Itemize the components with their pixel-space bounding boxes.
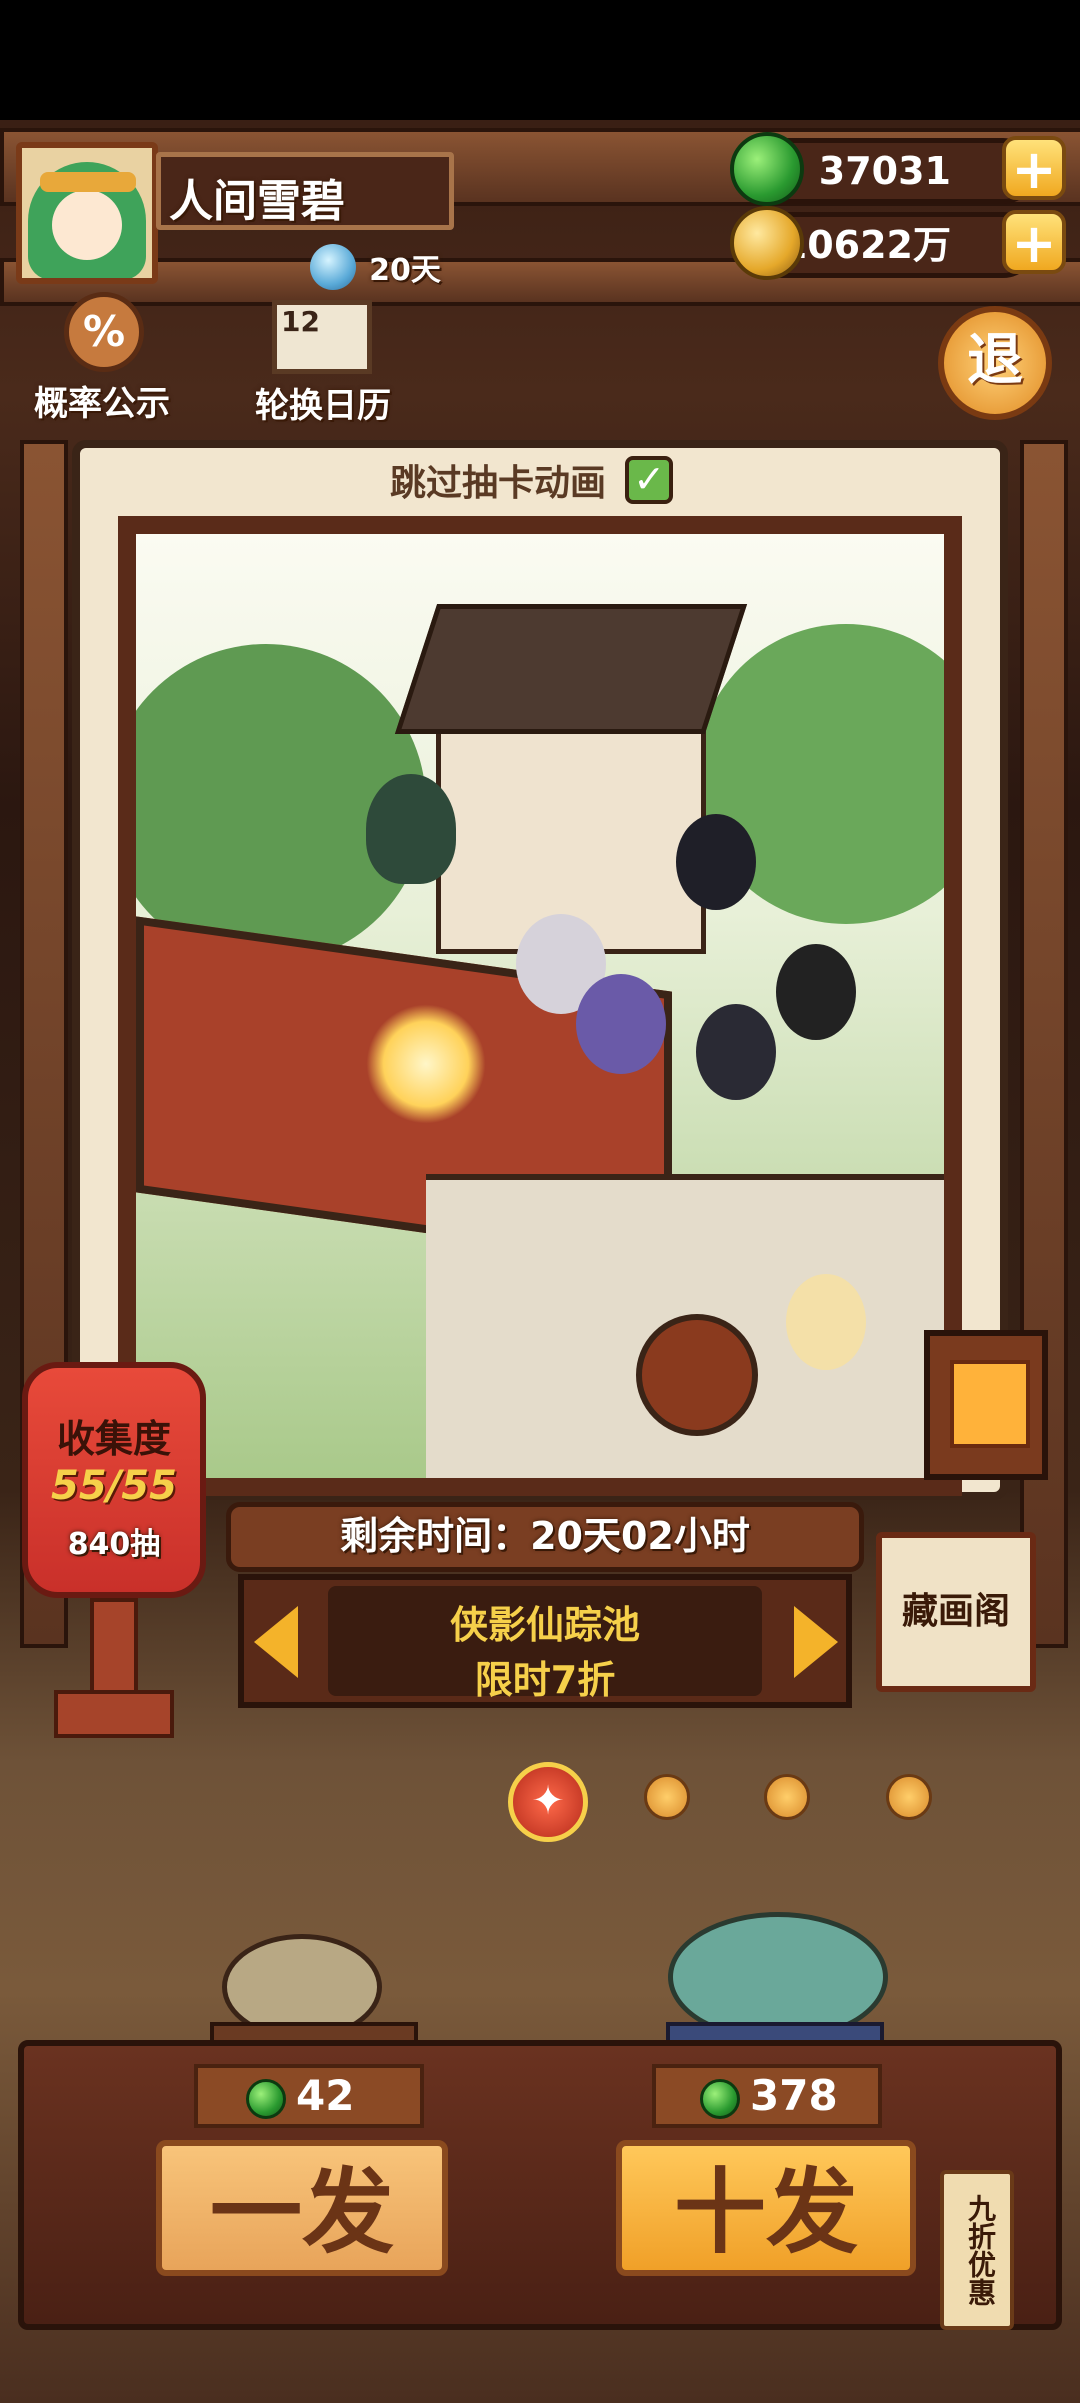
painting-mat	[118, 516, 962, 1496]
probability-button[interactable]: % 概率公示	[22, 292, 182, 424]
character-3	[576, 974, 666, 1074]
page-indicator-dot[interactable]	[886, 1774, 932, 1820]
single-pull-label: 一发	[209, 2158, 394, 2266]
add-coins-button[interactable]: +	[1002, 210, 1066, 274]
round-shield	[636, 1314, 758, 1436]
avatar-headband	[40, 172, 136, 192]
calendar-icon: 12	[272, 300, 372, 374]
single-pull-button[interactable]: 一发	[156, 2140, 448, 2276]
collection-progress: 55/55	[51, 1463, 177, 1509]
jade-icon	[246, 2078, 286, 2119]
lamp-glow	[950, 1360, 1030, 1448]
grill-fire	[366, 1004, 486, 1124]
checkbox-checked-icon[interactable]: ✓	[625, 456, 674, 504]
character-1	[366, 774, 456, 884]
avatar-face	[52, 190, 122, 260]
jade-icon	[730, 132, 804, 206]
pool-next-button[interactable]	[784, 1600, 844, 1684]
player-name-plate: 人间雪碧	[156, 152, 454, 230]
skip-animation-label: 跳过抽卡动画	[390, 463, 607, 504]
remaining-time-label: 剩余时间：20天02小时	[340, 1514, 750, 1558]
ten-pull-discount-label: 九折优惠	[964, 2194, 997, 2306]
exit-button[interactable]: 退	[938, 306, 1052, 420]
jade-icon	[700, 2078, 740, 2119]
ten-pull-price-value: 378	[750, 2071, 838, 2120]
jade-amount: 37031	[818, 149, 951, 193]
collection-lantern[interactable]: 收集度 55/55 840抽	[22, 1362, 206, 1598]
gallery-button[interactable]: 藏画阁	[876, 1532, 1036, 1692]
player-avatar[interactable]	[16, 142, 158, 284]
remaining-time-banner: 剩余时间：20天02小时	[226, 1502, 864, 1572]
coin-amount: 10622万	[780, 223, 951, 267]
gacha-pool-artwork	[136, 534, 944, 1478]
pool-discount: 限时7折	[474, 1658, 616, 1702]
ten-pull-price: 378	[652, 2064, 882, 2128]
calendar-number: 12	[281, 305, 320, 338]
rotation-calendar-label: 轮换日历	[255, 386, 391, 426]
pool-name-panel: 侠影仙踪池 限时7折	[328, 1586, 762, 1702]
probability-label: 概率公示	[34, 384, 170, 424]
chevron-left-icon	[254, 1606, 298, 1678]
page-indicator-dot[interactable]	[764, 1774, 810, 1820]
lantern-base	[54, 1690, 174, 1738]
chevron-right-icon	[794, 1606, 838, 1678]
ten-pull-discount-tag: 九折优惠	[940, 2170, 1014, 2330]
add-jade-button[interactable]: +	[1002, 136, 1066, 200]
character-5	[676, 814, 756, 910]
single-pull-price-value: 42	[296, 2071, 355, 2120]
pool-selector: 侠影仙踪池 限时7折	[238, 1574, 852, 1708]
ten-pull-button[interactable]: 十发	[616, 2140, 916, 2276]
character-7	[786, 1274, 866, 1370]
rotation-calendar-button[interactable]: 12 轮换日历	[248, 300, 398, 426]
gallery-lamp	[924, 1330, 1048, 1480]
character-4	[696, 1004, 776, 1100]
exit-label: 退	[967, 327, 1023, 393]
player-name: 人间雪碧	[169, 176, 345, 227]
skip-animation-toggle[interactable]: 跳过抽卡动画 ✓	[390, 454, 674, 514]
percent-icon: %	[64, 292, 144, 372]
single-pull-price: 42	[194, 2064, 424, 2128]
coin-icon	[730, 206, 804, 280]
house-roof	[394, 604, 748, 734]
ten-pull-label: 十发	[673, 2158, 858, 2266]
collection-pulls: 840抽	[67, 1527, 161, 1562]
painting-frame: 跳过抽卡动画 ✓	[72, 440, 1008, 1500]
character-6	[776, 944, 856, 1040]
page-indicator-active[interactable]: ✦	[508, 1762, 588, 1842]
item-days-label: 20天	[369, 253, 441, 288]
item-days[interactable]: 20天	[310, 244, 441, 296]
gallery-label: 藏画阁	[901, 1591, 1010, 1632]
pool-name: 侠影仙踪池	[449, 1603, 640, 1647]
page-indicator-dot[interactable]	[644, 1774, 690, 1820]
collection-title: 收集度	[56, 1417, 171, 1461]
pool-prev-button[interactable]	[254, 1600, 314, 1684]
crystal-icon	[310, 244, 356, 290]
